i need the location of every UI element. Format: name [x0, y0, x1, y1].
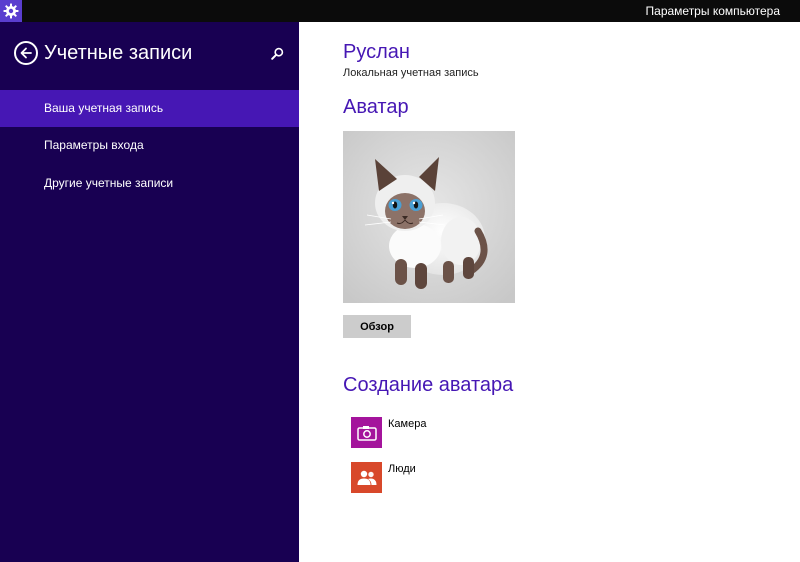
- create-avatar-people[interactable]: Люди: [351, 462, 416, 493]
- sidebar-item-label: Другие учетные записи: [44, 176, 174, 190]
- create-avatar-heading: Создание аватара: [343, 374, 514, 396]
- camera-icon: [351, 417, 382, 448]
- gear-icon[interactable]: [0, 0, 22, 22]
- sidebar-item-label: Параметры входа: [44, 138, 144, 152]
- title-bar: Параметры компьютера: [0, 0, 800, 22]
- account-type: Локальная учетная запись: [343, 67, 479, 79]
- sidebar-item-sign-in-options[interactable]: Параметры входа: [0, 127, 299, 164]
- main-content: Руслан Локальная учетная запись Аватар О…: [299, 22, 800, 562]
- avatar-heading: Аватар: [343, 96, 409, 118]
- people-icon: [351, 462, 382, 493]
- sidebar-item-other-accounts[interactable]: Другие учетные записи: [0, 165, 299, 202]
- create-avatar-camera[interactable]: Камера: [351, 417, 426, 448]
- sidebar-item-label: Ваша учетная запись: [44, 101, 164, 115]
- sidebar-title: Учетные записи: [44, 42, 193, 64]
- people-label: Люди: [388, 463, 416, 475]
- back-arrow-icon[interactable]: [14, 41, 38, 65]
- window-title: Параметры компьютера: [645, 4, 780, 18]
- sidebar: Учетные записи Ваша учетная запись Парам…: [0, 22, 299, 562]
- search-icon[interactable]: [268, 44, 286, 62]
- avatar-image: [343, 131, 515, 303]
- user-name: Руслан: [343, 41, 410, 63]
- browse-button[interactable]: Обзор: [343, 315, 411, 338]
- camera-label: Камера: [388, 418, 427, 430]
- sidebar-item-your-account[interactable]: Ваша учетная запись: [0, 90, 299, 127]
